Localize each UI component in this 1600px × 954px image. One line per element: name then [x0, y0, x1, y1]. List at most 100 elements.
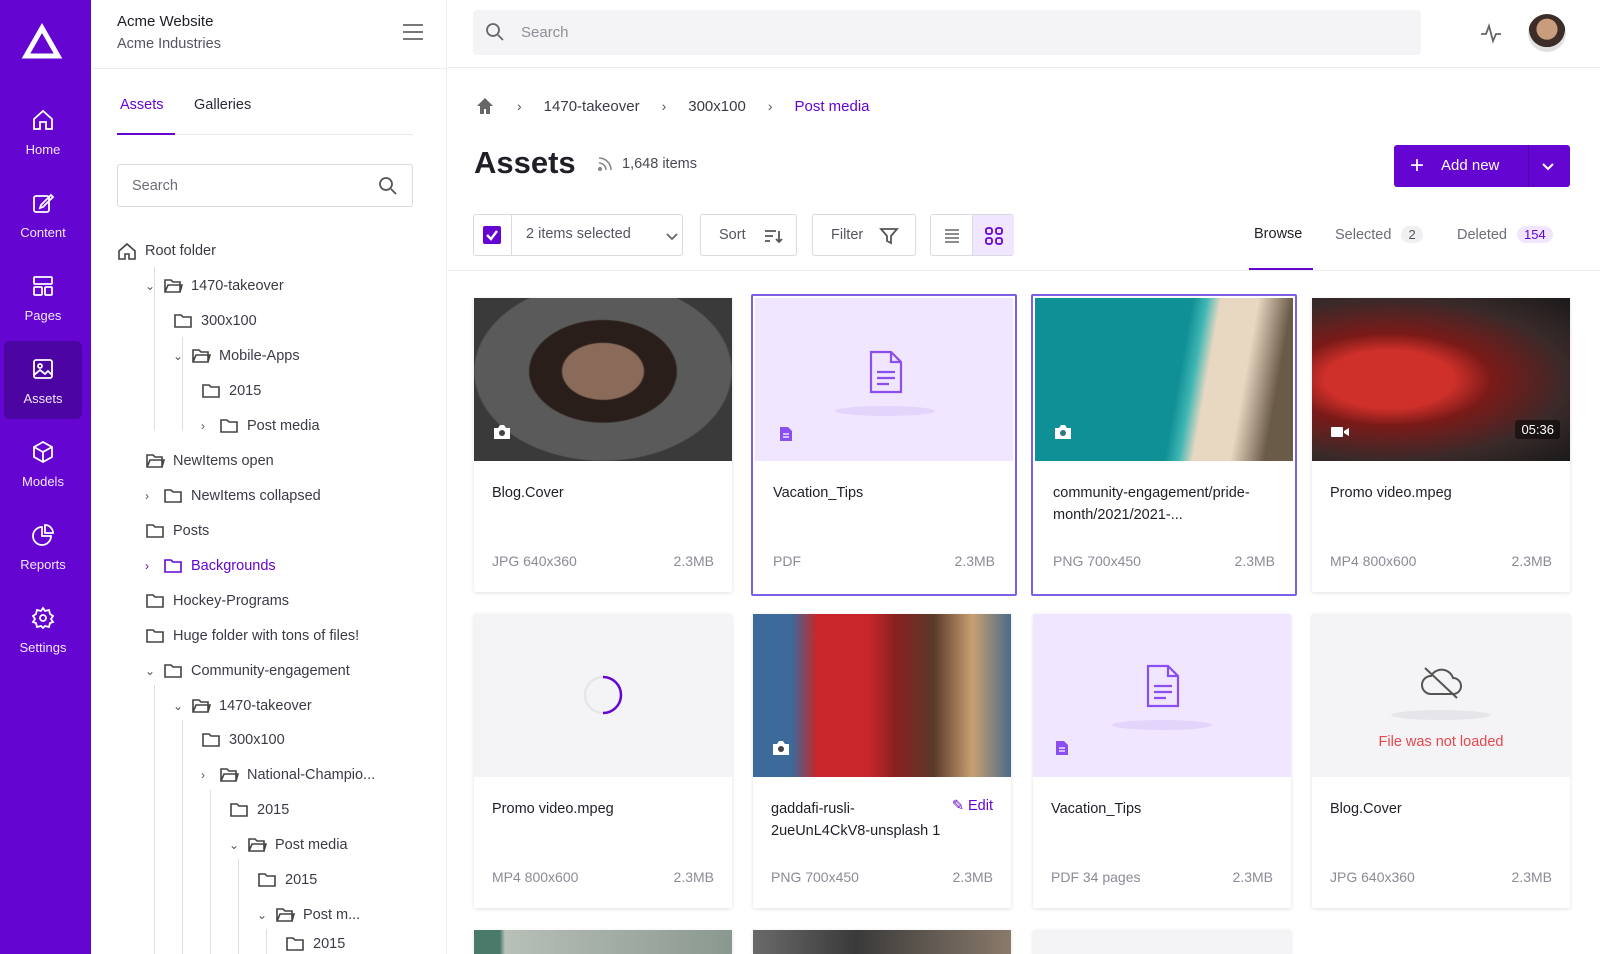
asset-meta: PDF 34 pages: [1051, 869, 1141, 885]
nav-reports[interactable]: Reports: [4, 507, 82, 585]
menu-icon[interactable]: [401, 22, 425, 42]
edit-button[interactable]: ✎ Edit: [952, 798, 993, 814]
tree-item-selected[interactable]: › Backgrounds: [145, 553, 276, 579]
chevron-down-icon[interactable]: ⌄: [145, 664, 163, 678]
chevron-right-icon[interactable]: ›: [201, 768, 219, 782]
asset-card[interactable]: Vacation_Tips PDF 34 pages 2.3MB: [1033, 614, 1291, 908]
tree-item-label: Huge folder with tons of files!: [173, 628, 360, 644]
tree-item[interactable]: ⌄ 1470-takeover: [173, 693, 312, 719]
shadow: [1391, 710, 1491, 720]
folder-icon: [220, 419, 238, 433]
breadcrumb: › 1470-takeover › 300x100 › Post media: [475, 96, 870, 116]
home-icon[interactable]: [475, 96, 495, 116]
pencil-icon: ✎: [951, 798, 964, 814]
asset-size: 2.3MB: [952, 869, 993, 885]
asset-card-selected[interactable]: community-engagement/pride-month/2021/20…: [1031, 294, 1297, 596]
chevron-down-icon[interactable]: [1540, 158, 1556, 174]
chevron-down-icon[interactable]: ⌄: [257, 908, 275, 922]
tree-item[interactable]: Hockey-Programs: [145, 588, 289, 614]
chevron-right-icon: ›: [661, 98, 667, 114]
avatar[interactable]: [1528, 14, 1566, 52]
asset-card[interactable]: Promo video.mpeg MP4 800x600 2.3MB: [474, 614, 732, 908]
tree-item[interactable]: 2015: [257, 867, 317, 893]
nav-settings[interactable]: Settings: [4, 590, 82, 668]
nav-assets[interactable]: Assets: [4, 341, 82, 419]
folder-search-input[interactable]: Search: [117, 164, 413, 207]
tab-label: Deleted: [1457, 227, 1507, 243]
chevron-down-icon[interactable]: ⌄: [145, 279, 163, 293]
selection-label: 2 items selected: [526, 226, 631, 242]
tree-item[interactable]: NewItems open: [145, 448, 274, 474]
asset-card[interactable]: gaddafi-rusli-2ueUnL4CkV8-unsplash 1 ✎ E…: [753, 614, 1011, 908]
asset-thumbnail: [1033, 930, 1291, 954]
tree-item[interactable]: ⌄ Post m...: [257, 902, 360, 928]
asset-card[interactable]: [474, 930, 732, 954]
tree-item[interactable]: Posts: [145, 518, 209, 544]
pie-chart-icon: [32, 524, 54, 546]
shadow: [835, 406, 935, 416]
tree-item[interactable]: 300x100: [173, 308, 257, 334]
chevron-right-icon[interactable]: ›: [145, 489, 163, 503]
asset-meta: MP4 800x600: [1330, 553, 1417, 569]
nav-content[interactable]: Content: [4, 175, 82, 253]
nav-label: Content: [20, 225, 66, 240]
tree-item[interactable]: ⌄ Post media: [229, 832, 348, 858]
asset-card[interactable]: [753, 930, 1011, 954]
tab-underline: [1249, 268, 1313, 270]
tree-item[interactable]: › NewItems collapsed: [145, 483, 321, 509]
global-search-input[interactable]: Search: [473, 10, 1421, 55]
folder-open-icon: [164, 279, 183, 293]
tree-item[interactable]: ⌄ 1470-takeover: [145, 273, 284, 299]
asset-size: 2.3MB: [1234, 553, 1275, 569]
sort-button[interactable]: Sort: [700, 214, 797, 256]
logo-icon[interactable]: [20, 22, 64, 62]
filter-button[interactable]: Filter: [812, 214, 916, 256]
nav-home[interactable]: Home: [4, 92, 82, 170]
tab-selected[interactable]: Selected 2: [1335, 226, 1423, 243]
asset-size: 2.3MB: [673, 869, 714, 885]
breadcrumb-item[interactable]: 300x100: [688, 98, 746, 115]
asset-card-selected[interactable]: Vacation_Tips PDF 2.3MB: [751, 294, 1017, 596]
chevron-down-icon[interactable]: ⌄: [173, 349, 191, 363]
tab-deleted[interactable]: Deleted 154: [1457, 226, 1553, 243]
nav-pages[interactable]: Pages: [4, 258, 82, 336]
nav-models[interactable]: Models: [4, 424, 82, 502]
tree-item[interactable]: 300x100: [201, 727, 285, 753]
tree-item[interactable]: Root folder: [117, 238, 216, 264]
tree-item[interactable]: › National-Champio...: [201, 762, 375, 788]
tab-galleries[interactable]: Galleries: [194, 97, 251, 113]
asset-name: Promo video.mpeg: [492, 801, 614, 817]
tree-item[interactable]: 2015: [229, 797, 289, 823]
chevron-right-icon[interactable]: ›: [145, 559, 163, 573]
chevron-down-icon[interactable]: ⌄: [229, 838, 247, 852]
asset-size: 2.3MB: [673, 553, 714, 569]
add-new-button[interactable]: + Add new: [1394, 145, 1570, 187]
asset-thumbnail: [1035, 298, 1293, 461]
nav-label: Reports: [20, 557, 66, 572]
asset-thumbnail: [474, 614, 732, 777]
tree-item[interactable]: ⌄ Community-engagement: [145, 658, 350, 684]
image-icon: [33, 359, 53, 379]
tree-item[interactable]: Huge folder with tons of files!: [145, 623, 359, 649]
asset-card[interactable]: Blog.Cover JPG 640x360 2.3MB: [474, 298, 732, 592]
folder-icon: [164, 489, 182, 503]
activity-icon[interactable]: [1480, 22, 1502, 44]
breadcrumb-item[interactable]: 1470-takeover: [544, 98, 640, 115]
nav-label: Home: [25, 142, 61, 157]
select-all-checkbox[interactable]: [483, 226, 501, 244]
chevron-right-icon[interactable]: ›: [201, 419, 219, 433]
plus-icon: +: [1410, 152, 1425, 179]
tree-item[interactable]: › Post media: [201, 413, 320, 439]
tree-item[interactable]: 2015: [285, 934, 345, 954]
tree-item[interactable]: 2015: [201, 378, 261, 404]
tree-item[interactable]: ⌄ Mobile-Apps: [173, 343, 300, 369]
asset-card[interactable]: 05:36 Promo video.mpeg MP4 800x600 2.3MB: [1312, 298, 1570, 592]
folder-open-icon: [192, 349, 211, 363]
chevron-down-icon[interactable]: ⌄: [173, 699, 191, 713]
tab-browse[interactable]: Browse: [1254, 226, 1302, 242]
asset-card[interactable]: File was not loaded Blog.Cover JPG 640x3…: [1312, 614, 1570, 908]
grid-view-button[interactable]: [972, 215, 1014, 255]
tab-assets[interactable]: Assets: [120, 97, 164, 113]
asset-card[interactable]: [1033, 930, 1291, 954]
list-view-button[interactable]: [931, 215, 972, 255]
